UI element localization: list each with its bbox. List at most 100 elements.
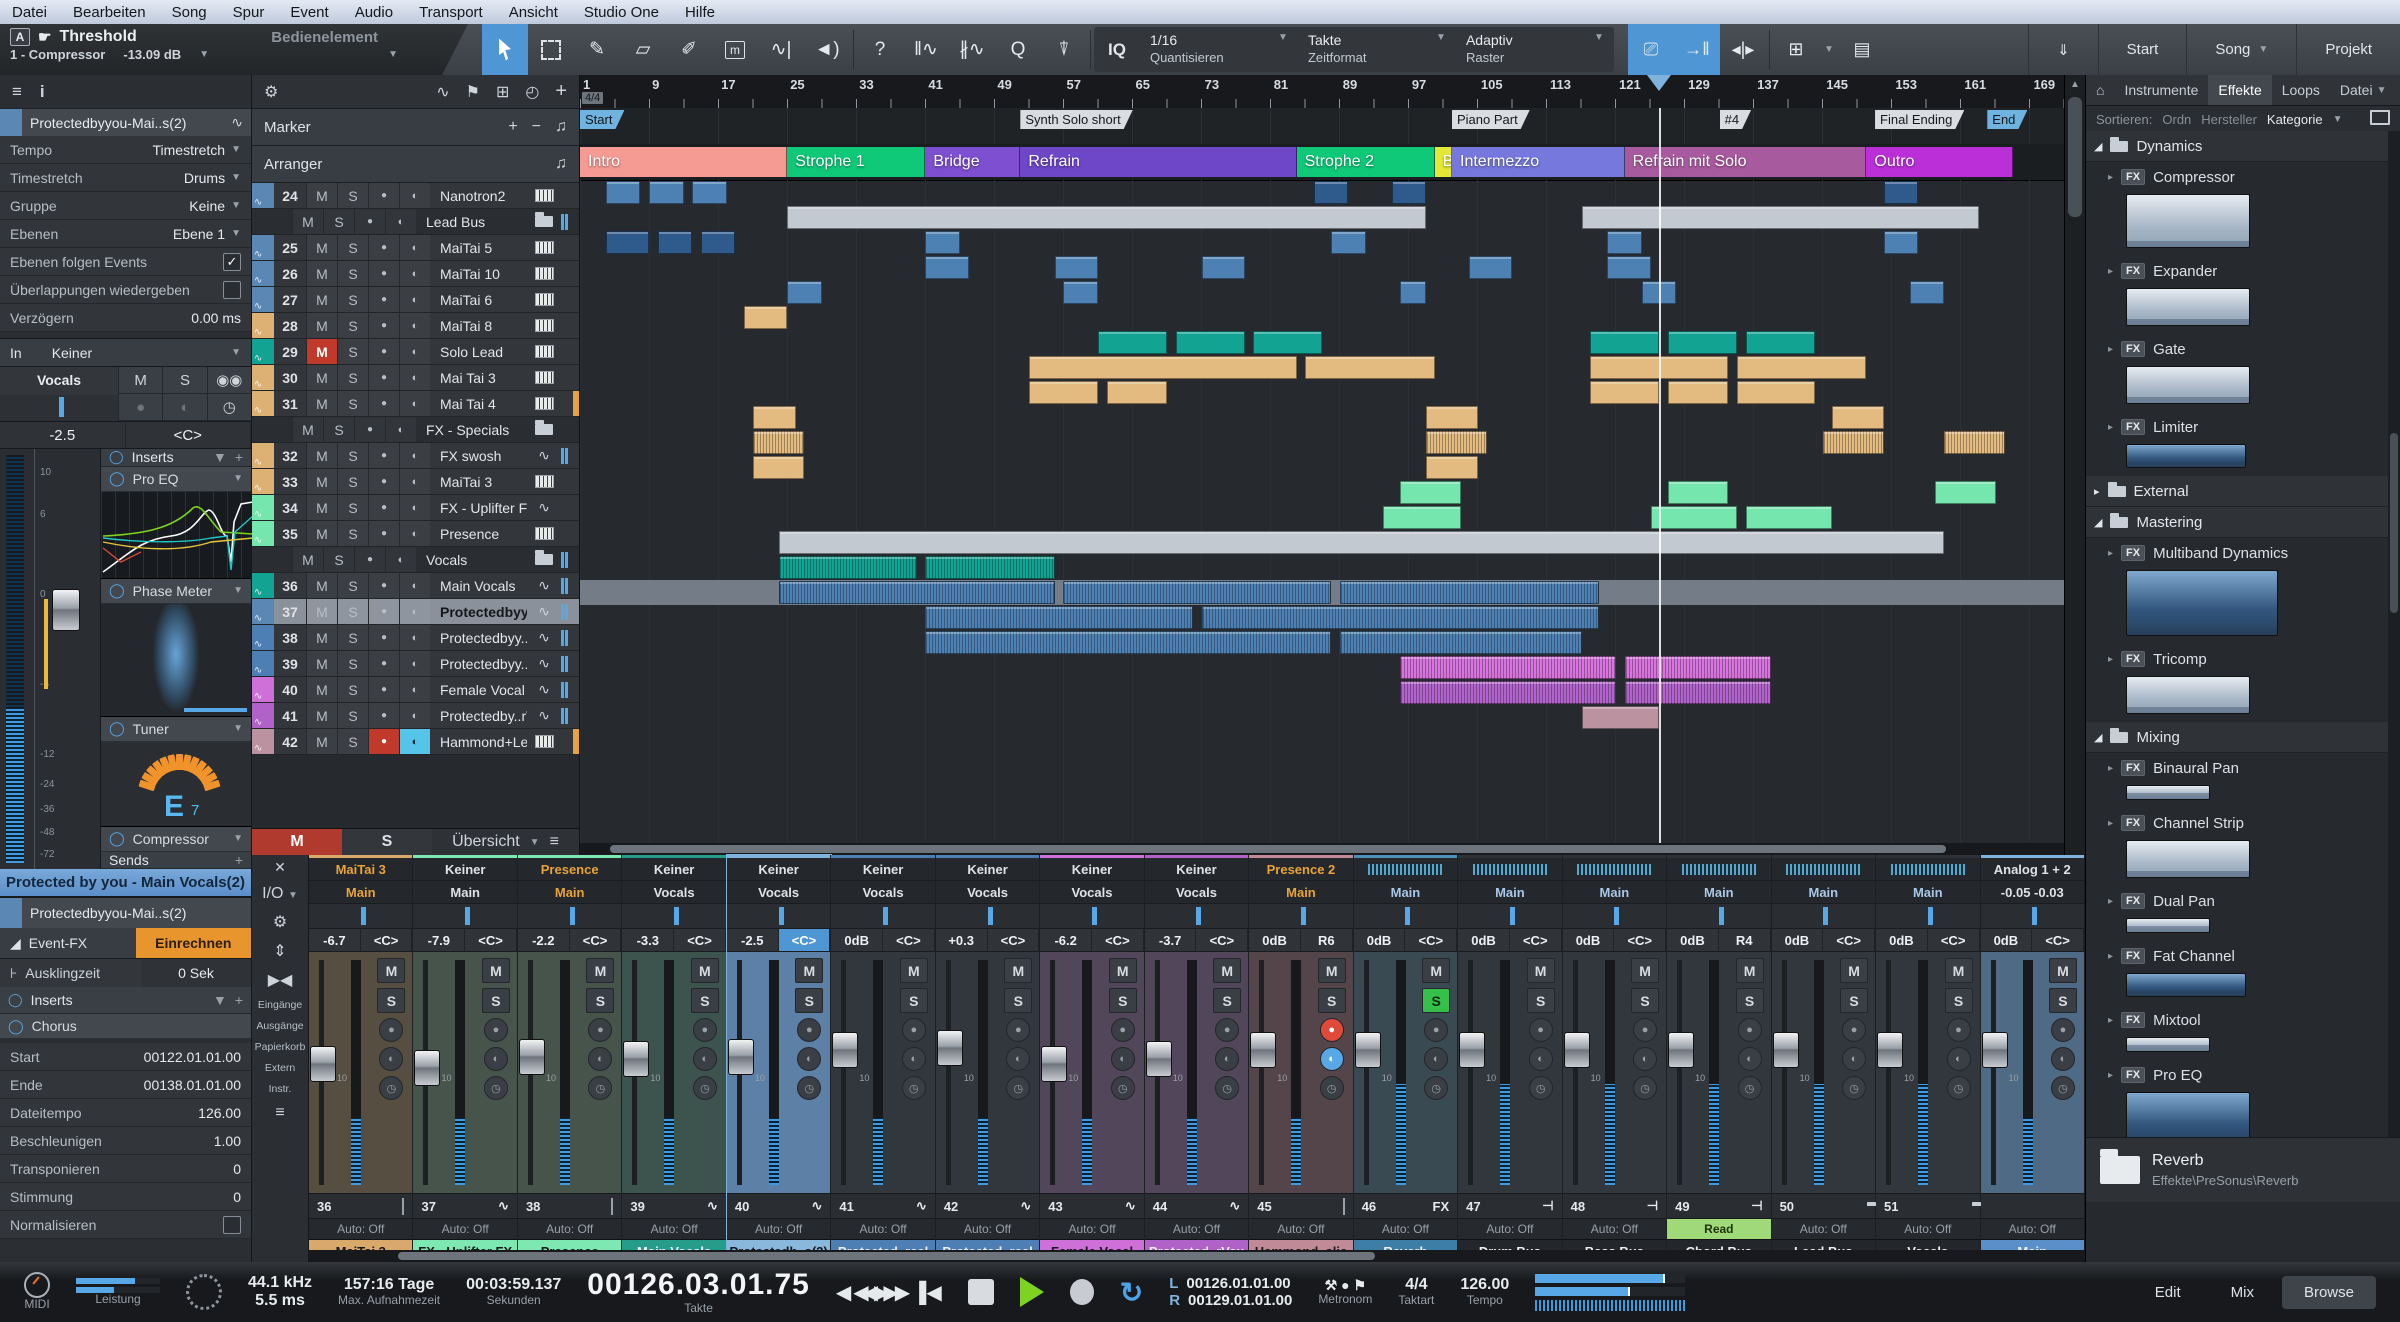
track-name[interactable]: Mai Tai 4 [430, 391, 527, 416]
param-value-text[interactable]: Drums [184, 170, 225, 186]
list-icon[interactable]: ≡ [275, 1104, 284, 1122]
clip[interactable] [1253, 331, 1323, 354]
playhead-marker[interactable] [1647, 75, 1672, 91]
clip[interactable] [1028, 381, 1099, 404]
track-row[interactable]: ∿ 37 MS●◐Protectedbyy..s(2) ∿ [252, 599, 579, 625]
stop-button[interactable] [967, 1279, 994, 1305]
effect-thumbnail[interactable] [2126, 973, 2246, 997]
help-cursor-button[interactable]: ? [857, 24, 903, 75]
strip-fader-area[interactable]: 10 M S ● ◐ ◷ [831, 952, 935, 1193]
view-button-mix[interactable]: Mix [2209, 1276, 2276, 1309]
strip-pan-slider[interactable] [622, 904, 726, 929]
track-mute-button[interactable]: M [306, 625, 337, 650]
volume-fader-cap[interactable] [52, 589, 80, 631]
effect-thumbnail[interactable] [2126, 785, 2210, 800]
track-monitor-button[interactable]: ◐ [399, 365, 430, 390]
strip-knob-icon[interactable]: ◷ [588, 1076, 613, 1100]
record-button[interactable] [1069, 1279, 1094, 1305]
audio-bend-button[interactable]: ∦∿ [949, 24, 995, 75]
clip[interactable] [925, 256, 969, 279]
strip-knob-icon[interactable]: ◷ [1946, 1076, 1971, 1100]
arranger-section-intermezzo[interactable]: Intermezzo [1452, 147, 1625, 177]
strip-monitor-button[interactable]: ◐ [1110, 1047, 1135, 1071]
strip-solo-button[interactable]: S [1108, 988, 1137, 1013]
strip-monitor-button[interactable]: ◐ [692, 1047, 717, 1071]
param-row-tempo[interactable]: Tempo Timestretch ▼ [0, 136, 251, 164]
strip-volume-value[interactable]: -7.9 [413, 929, 466, 951]
param-value-text[interactable]: Ebene 1 [173, 226, 225, 242]
strip-mute-button[interactable]: M [1004, 958, 1033, 983]
strip-pan-slider[interactable] [309, 904, 413, 929]
arranger-section-outro[interactable]: Outro [1866, 147, 2014, 177]
strip-volume-value[interactable]: 0dB [1353, 929, 1406, 951]
track-record-button[interactable]: ● [368, 339, 399, 364]
track-solo-button[interactable]: S [337, 651, 368, 676]
clip[interactable] [1944, 431, 2005, 454]
mixer-section-instruments[interactable]: Instr. [269, 1083, 292, 1095]
strip-pan-slider[interactable] [831, 904, 935, 929]
param-value-text[interactable]: 0.00 ms [191, 310, 241, 326]
clip[interactable] [1909, 281, 1945, 304]
strip-solo-button[interactable]: S [2048, 988, 2077, 1013]
clip[interactable] [1426, 456, 1478, 479]
browser-folder-mastering[interactable]: ◢ Mastering [2086, 507, 2389, 538]
marker-flag--4[interactable]: #4 [1720, 110, 1751, 129]
track-name[interactable]: FX - Specials [416, 417, 527, 442]
strip-mute-button[interactable]: M [481, 958, 510, 983]
track-row[interactable]: ∿ 41 MS●◐Protectedby..rVox ∿ [252, 703, 579, 729]
browser-effect-expander[interactable]: ▸ FX Expander [2086, 256, 2389, 286]
track-solo-button[interactable]: S [337, 625, 368, 650]
param-row-ende[interactable]: Ende 00138.01.01.00 [0, 1071, 251, 1099]
automation-value[interactable]: -13.09 dB [123, 47, 181, 62]
track-record-button[interactable]: ● [368, 365, 399, 390]
performance-meter[interactable]: Leistung [76, 1277, 160, 1307]
browser-effect-multiband-dynamics[interactable]: ▸ FX Multiband Dynamics [2086, 538, 2389, 568]
loop-button[interactable]: ↻ [1120, 1276, 1143, 1309]
track-monitor-button[interactable]: ◐ [399, 495, 430, 520]
mixer-strip-vocals[interactable]: Main0dB<C>10MS●◐◷51Auto: OffVocals [1876, 855, 1981, 1262]
chevron-down-icon[interactable]: ▼ [213, 449, 227, 465]
strip-output-row[interactable]: -0.05 -0.03 [1980, 881, 2084, 904]
strip-record-button[interactable]: ● [1424, 1018, 1449, 1042]
monitor-icon[interactable]: ◐ [162, 394, 207, 421]
track-color-chip[interactable]: ∿ [252, 651, 274, 676]
mixdown-button[interactable]: ⇓ [2028, 24, 2098, 75]
browser-folder-external[interactable]: ▸ External [2086, 476, 2389, 507]
strip-knob-icon[interactable]: ◷ [1319, 1076, 1344, 1100]
effect-thumbnail[interactable] [2126, 676, 2250, 714]
track-record-button[interactable]: ● [368, 183, 399, 208]
event-insert-device[interactable]: Chorus [32, 1018, 77, 1034]
strip-input-row[interactable] [1771, 858, 1876, 881]
strip-automation-mode[interactable]: Auto: Off [726, 1218, 831, 1239]
strip-fader-area[interactable]: 10 M S ● ◐ ◷ [935, 952, 1040, 1193]
strip-automation-mode[interactable]: Auto: Off [413, 1218, 517, 1239]
track-name[interactable]: Hammond+Leslie [430, 729, 527, 754]
strip-volume-value[interactable]: -6.2 [1040, 929, 1093, 951]
strip-pan-slider[interactable] [1353, 904, 1458, 929]
arranger-section-strophe-2[interactable]: Strophe 2 [1296, 147, 1435, 177]
strip-pan-slider[interactable] [935, 904, 1040, 929]
menu-datei[interactable]: Datei [12, 4, 47, 21]
strip-monitor-button[interactable]: ◐ [1528, 1047, 1553, 1071]
strip-pan-value[interactable]: <C> [1509, 929, 1562, 951]
sort-option-category[interactable]: Kategorie [2267, 112, 2323, 127]
toolbar-dropdown-raster[interactable]: Adaptiv ▼ Raster [1456, 27, 1614, 72]
menu-ansicht[interactable]: Ansicht [509, 4, 558, 21]
track-monitor-button[interactable]: ◐ [399, 573, 430, 598]
power-icon[interactable]: ◯ [109, 720, 125, 737]
strip-pan-slider[interactable] [726, 904, 831, 929]
selection-title-bar[interactable]: Protected by you - Main Vocals(2) [0, 869, 251, 896]
track-mute-button[interactable]: M [306, 183, 337, 208]
track-mute-button[interactable]: M [306, 261, 337, 286]
clip[interactable] [1607, 256, 1651, 279]
track-monitor-button[interactable]: ◐ [399, 521, 430, 546]
strip-output-row[interactable]: Vocals [622, 881, 726, 904]
clip[interactable] [744, 306, 788, 329]
param-row--berlappungen-wiedergeben[interactable]: Überlappungen wiedergeben [0, 276, 251, 304]
browser-home-tab[interactable]: ⌂ [2086, 75, 2114, 105]
strip-knob-icon[interactable]: ◷ [1006, 1076, 1031, 1100]
track-solo-button[interactable]: S [337, 183, 368, 208]
track-row[interactable]: ∿ 34 M S ● ◐ FX - Uplifter FX ∿ [252, 495, 579, 521]
strip-input-row[interactable] [1353, 858, 1458, 881]
external-monitor-icon[interactable] [2370, 110, 2390, 128]
